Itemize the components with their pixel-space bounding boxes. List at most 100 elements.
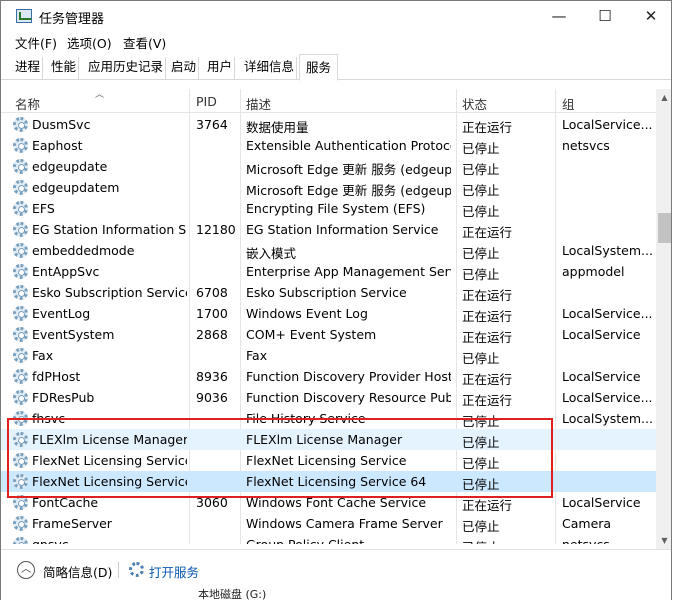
table-row[interactable]: gpsvc Group Policy Client 已停止 netsvcs xyxy=(1,534,656,544)
tab-app-history[interactable]: 应用历史记录 xyxy=(86,57,167,80)
service-status: 已停止 xyxy=(462,435,500,450)
service-status: 正在运行 xyxy=(462,288,513,303)
service-status: 已停止 xyxy=(462,141,500,156)
service-description: Esko Subscription Service xyxy=(246,285,407,300)
service-status: 正在运行 xyxy=(462,393,513,408)
table-row[interactable]: EG Station Information Service 12180 EG St… xyxy=(1,219,656,240)
scrollbar-thumb[interactable] xyxy=(658,213,671,243)
task-manager-icon xyxy=(16,9,32,23)
tab-performance[interactable]: 性能 xyxy=(49,57,80,80)
service-name: EventSystem xyxy=(32,327,115,342)
maximize-button[interactable]: ☐ xyxy=(582,1,628,32)
service-name: FontCache xyxy=(32,495,99,510)
title-bar[interactable]: 任务管理器 — ☐ ✕ xyxy=(1,1,671,32)
table-row[interactable]: EntAppSvc Enterprise App Management Servi… xyxy=(1,261,656,282)
table-row[interactable]: FrameServer Windows Camera Frame Server 已停… xyxy=(1,513,656,534)
vertical-scrollbar[interactable]: ▲ ▼ xyxy=(656,89,671,549)
service-gear-icon xyxy=(13,432,28,447)
service-name: fdPHost xyxy=(32,369,81,384)
table-row[interactable]: FontCache 3060 Windows Font Cache Service 正… xyxy=(1,492,656,513)
service-status: 已停止 xyxy=(462,519,500,534)
service-group: LocalService... xyxy=(562,306,652,321)
service-status: 已停止 xyxy=(462,183,500,198)
table-row[interactable]: EventSystem 2868 COM+ Event System 正在运行 Loca… xyxy=(1,324,656,345)
close-button[interactable]: ✕ xyxy=(628,1,671,32)
service-gear-icon xyxy=(13,285,28,300)
service-name: FlexNet Licensing Service 64 xyxy=(32,474,187,489)
services-table: ︿ 名称 PID 描述 状态 组 DusmSvc 3764 数据使用量 正在运行 Loc… xyxy=(1,89,656,544)
tab-processes[interactable]: 进程 xyxy=(13,57,44,80)
service-name: EventLog xyxy=(32,306,91,321)
service-description: Microsoft Edge 更新 服务 (edgeupdatem) xyxy=(246,183,451,198)
service-gear-icon xyxy=(13,180,28,195)
task-manager-window: 任务管理器 — ☐ ✕ 文件(F) 选项(O) 查看(V) 进程 性能 应用历史… xyxy=(0,0,672,600)
tab-startup[interactable]: 启动 xyxy=(169,57,200,80)
menu-file[interactable]: 文件(F) xyxy=(15,33,57,52)
service-description: FLEXlm License Manager xyxy=(246,432,403,447)
table-row[interactable]: FDResPub 9036 Function Discovery Resource … xyxy=(1,387,656,408)
service-description: Extensible Authentication Protocol xyxy=(246,138,451,153)
service-name: EFS xyxy=(32,201,55,216)
service-status: 正在运行 xyxy=(462,309,513,324)
minimize-button[interactable]: — xyxy=(536,1,582,32)
service-group: LocalService xyxy=(562,495,641,510)
table-row[interactable]: fhsvc File History Service 已停止 LocalSystem.… xyxy=(1,408,656,429)
column-header-status[interactable]: 状态 xyxy=(462,94,487,113)
service-status: 正在运行 xyxy=(462,330,513,345)
tab-users[interactable]: 用户 xyxy=(205,57,236,80)
fewer-details-button[interactable]: 简略信息(D) xyxy=(43,562,112,581)
service-status: 已停止 xyxy=(462,351,500,366)
service-status: 已停止 xyxy=(462,162,500,177)
tab-strip: 进程 性能 应用历史记录 启动 用户 详细信息 服务 xyxy=(1,54,671,81)
table-row[interactable]: EFS Encrypting File System (EFS) 已停止 xyxy=(1,198,656,219)
table-row[interactable]: embeddedmode 嵌入模式 已停止 LocalSystem... xyxy=(1,240,656,261)
table-row[interactable]: DusmSvc 3764 数据使用量 正在运行 LocalService... xyxy=(1,114,656,135)
service-description: EG Station Information Service xyxy=(246,222,439,237)
service-gear-icon xyxy=(13,243,28,258)
column-header-pid[interactable]: PID xyxy=(196,94,217,109)
service-gear-icon xyxy=(13,453,28,468)
service-name: EG Station Information Service xyxy=(32,222,187,237)
service-description: 嵌入模式 xyxy=(246,246,297,261)
table-row[interactable]: FlexNet Licensing Service FlexNet Licensi… xyxy=(1,450,656,471)
table-row[interactable]: Eaphost Extensible Authentication Protoco… xyxy=(1,135,656,156)
menu-view[interactable]: 查看(V) xyxy=(123,33,166,52)
menu-options[interactable]: 选项(O) xyxy=(67,33,112,52)
service-status: 正在运行 xyxy=(462,225,513,240)
service-status: 已停止 xyxy=(462,204,500,219)
column-header-group[interactable]: 组 xyxy=(562,94,575,113)
service-description: Encrypting File System (EFS) xyxy=(246,201,426,216)
table-row[interactable]: fdPHost 8936 Function Discovery Provider H… xyxy=(1,366,656,387)
service-description: File History Service xyxy=(246,411,366,426)
scroll-down-icon[interactable]: ▼ xyxy=(656,532,671,549)
service-name: embeddedmode xyxy=(32,243,135,258)
open-services-link[interactable]: 打开服务 xyxy=(149,562,199,581)
table-row[interactable]: Esko Subscription Service 6708 Esko Subscr… xyxy=(1,282,656,303)
service-gear-icon xyxy=(13,159,28,174)
column-header-name[interactable]: 名称 xyxy=(15,94,40,113)
table-row[interactable]: FlexNet Licensing Service 64 FlexNet Lice… xyxy=(1,471,656,492)
table-row[interactable]: edgeupdate Microsoft Edge 更新 服务 (edgeupd… xyxy=(1,156,656,177)
service-name: edgeupdatem xyxy=(32,180,120,195)
service-group: LocalService... xyxy=(562,390,652,405)
chevron-up-icon[interactable]: ︿ xyxy=(17,561,35,579)
table-row[interactable]: FLEXlm License Manager FLEXlm License Man… xyxy=(1,429,656,450)
table-row[interactable]: Fax Fax 已停止 xyxy=(1,345,656,366)
service-name: edgeupdate xyxy=(32,159,108,174)
services-gear-icon[interactable] xyxy=(129,562,144,577)
service-status: 已停止 xyxy=(462,537,550,544)
service-description: COM+ Event System xyxy=(246,327,377,342)
scroll-up-icon[interactable]: ▲ xyxy=(656,89,671,106)
table-row[interactable]: EventLog 1700 Windows Event Log 正在运行 LocalSe… xyxy=(1,303,656,324)
tab-details[interactable]: 详细信息 xyxy=(242,57,298,80)
service-name: FrameServer xyxy=(32,516,112,531)
service-gear-icon xyxy=(13,117,28,132)
service-status: 正在运行 xyxy=(462,498,513,513)
table-row[interactable]: edgeupdatem Microsoft Edge 更新 服务 (edgeup… xyxy=(1,177,656,198)
service-description: Group Policy Client xyxy=(246,537,451,544)
service-name: gpsvc xyxy=(32,537,187,544)
service-group: LocalSystem... xyxy=(562,411,652,426)
column-header-description[interactable]: 描述 xyxy=(246,94,271,113)
service-name: Esko Subscription Service xyxy=(32,285,187,300)
tab-services[interactable]: 服务 xyxy=(299,54,339,81)
